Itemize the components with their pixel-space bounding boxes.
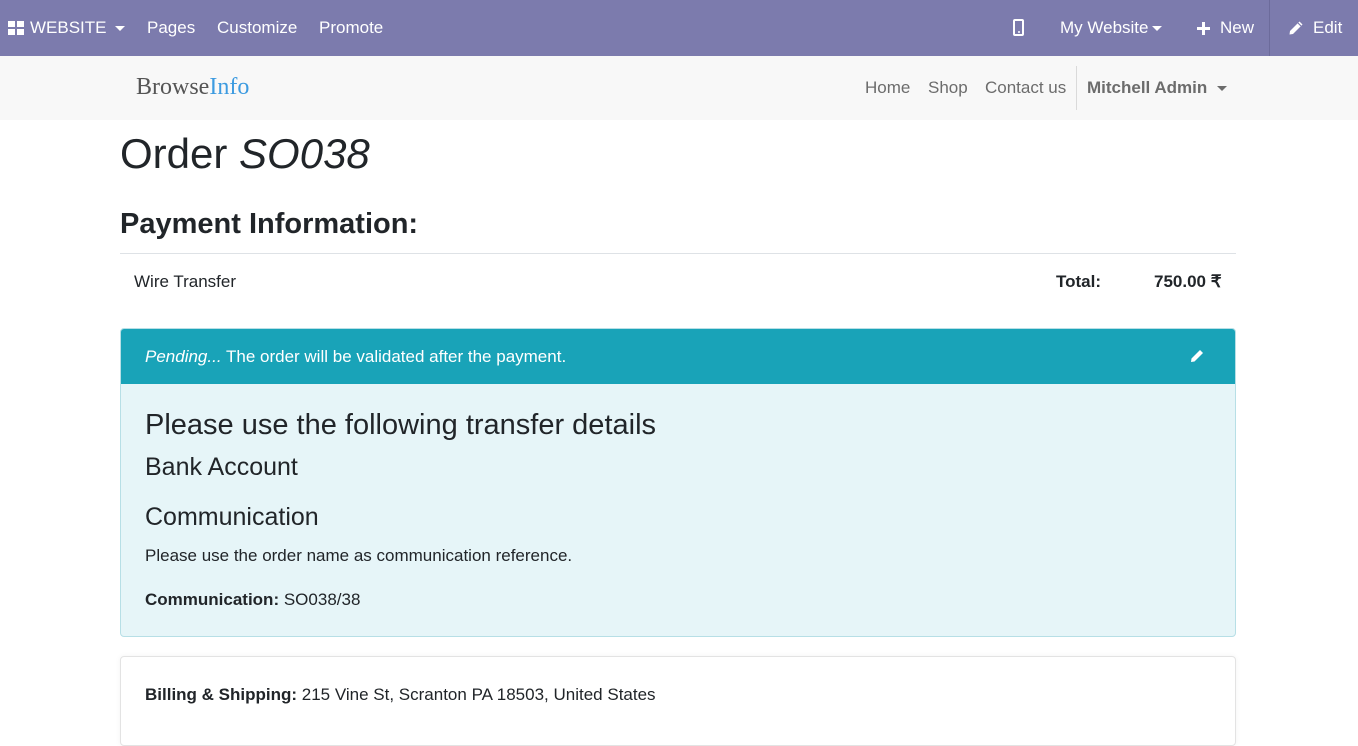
caret-down-icon [1217,85,1228,91]
nav-shop[interactable]: Shop [928,56,968,120]
order-title-prefix: Order [120,130,228,177]
billing-shipping-card: Billing & Shipping: 215 Vine St, Scranto… [120,656,1236,746]
user-menu[interactable]: Mitchell Admin [1087,56,1228,120]
new-button[interactable]: New [1197,0,1254,56]
page-title: Order SO038 [120,130,370,178]
transfer-details-card: Pending... The order will be validated a… [120,328,1236,637]
apps-grid-icon [8,21,24,35]
edit-button[interactable]: Edit [1269,0,1358,56]
customize-menu[interactable]: Customize [217,0,297,56]
caret-down-icon [1151,25,1162,31]
pending-status: Pending... [145,347,222,366]
total-value: 750.00 ₹ [1154,272,1222,291]
communication-heading: Communication [145,503,319,531]
billing-value: 215 Vine St, Scranton PA 18503, United S… [301,685,656,704]
logo-text-info: Info [209,74,250,100]
mobile-preview-icon[interactable] [1013,19,1024,36]
new-label: New [1220,18,1255,37]
pencil-icon [1289,21,1303,35]
edit-label: Edit [1313,18,1343,37]
nav-divider [1076,66,1077,110]
nav-contact-us[interactable]: Contact us [985,56,1066,120]
billing-label: Billing & Shipping: [145,685,298,704]
pending-message: Pending... The order will be validated a… [145,347,566,367]
caret-down-icon [114,25,125,31]
nav-home[interactable]: Home [865,56,910,120]
communication-value: SO038/38 [283,590,361,609]
pending-text: The order will be validated after the pa… [221,347,567,366]
divider [120,253,1236,254]
payment-method: Wire Transfer [134,272,237,291]
communication-label: Communication: [145,590,280,609]
admin-bar: WEBSITE Pages Customize Promote My Websi… [0,0,1358,56]
transfer-details-heading: Please use the following transfer detail… [145,409,657,441]
site-logo[interactable]: BrowseInfo [136,74,249,101]
plus-icon [1197,21,1210,35]
pending-alert-header: Pending... The order will be validated a… [121,329,1235,384]
website-app-menu[interactable]: WEBSITE [0,0,139,56]
website-app-label: WEBSITE [30,18,107,37]
pencil-icon[interactable] [1190,349,1204,363]
my-website-label: My Website [1060,18,1149,37]
promote-menu[interactable]: Promote [319,0,383,56]
order-number: SO038 [239,130,370,177]
payment-information-heading: Payment Information: [120,208,419,240]
billing-address: Billing & Shipping: 215 Vine St, Scranto… [145,685,656,705]
communication-instruction: Please use the order name as communicati… [145,546,573,565]
my-website-dropdown[interactable]: My Website [1060,0,1162,56]
bank-account-heading: Bank Account [145,453,298,481]
site-header: BrowseInfo Home Shop Contact us Mitchell… [0,56,1358,120]
pages-menu[interactable]: Pages [147,0,195,56]
total-label: Total: [1056,272,1102,291]
user-name: Mitchell Admin [1087,78,1208,97]
logo-text-browse: Browse [136,74,210,100]
communication-reference: Communication: SO038/38 [145,590,360,610]
